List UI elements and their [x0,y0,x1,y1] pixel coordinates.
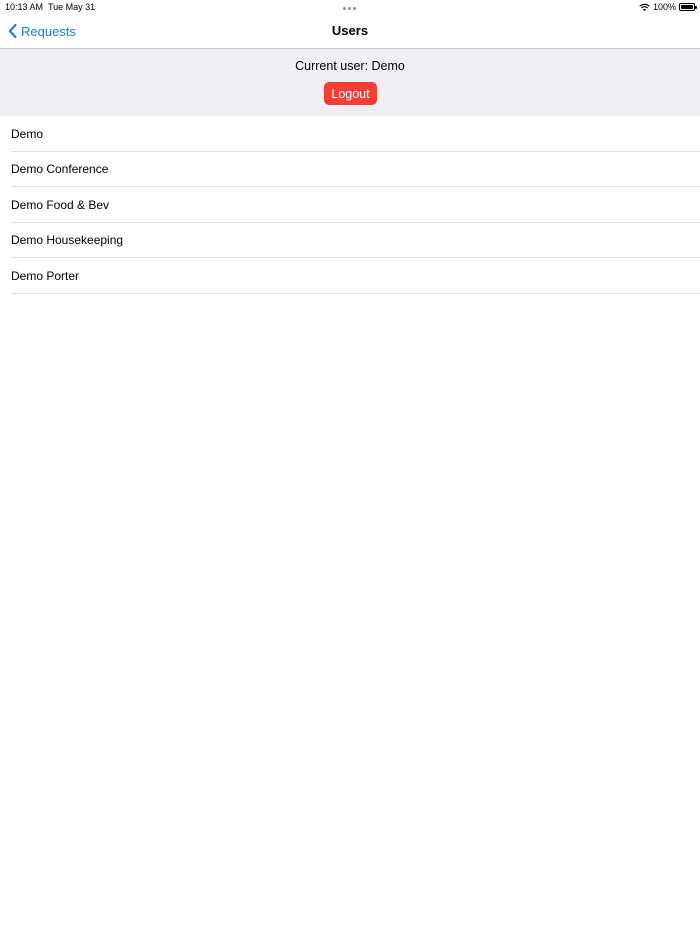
status-date: Tue May 31 [48,2,96,12]
navigation-bar: Requests Users [0,14,700,49]
status-time: 10:13 AM [5,2,44,12]
wifi-icon [639,3,650,11]
user-list: Demo Demo Conference Demo Food & Bev Dem… [0,116,700,294]
page-title: Users [331,23,369,38]
current-user-label: Current user: Demo [295,59,405,73]
status-bar: 10:13 AM Tue May 31 100% [0,0,700,14]
list-item[interactable]: Demo Food & Bev [0,187,700,223]
list-item[interactable]: Demo Porter [0,258,700,294]
list-item[interactable]: Demo [0,116,700,152]
status-indicators: 100% [639,0,697,14]
logout-button[interactable]: Logout [324,82,377,105]
list-item[interactable]: Demo Conference [0,152,700,188]
battery-icon [679,3,697,11]
list-item[interactable]: Demo Housekeeping [0,223,700,259]
multitasking-dots-icon[interactable] [343,7,356,10]
battery-percentage: 100% [652,2,676,12]
